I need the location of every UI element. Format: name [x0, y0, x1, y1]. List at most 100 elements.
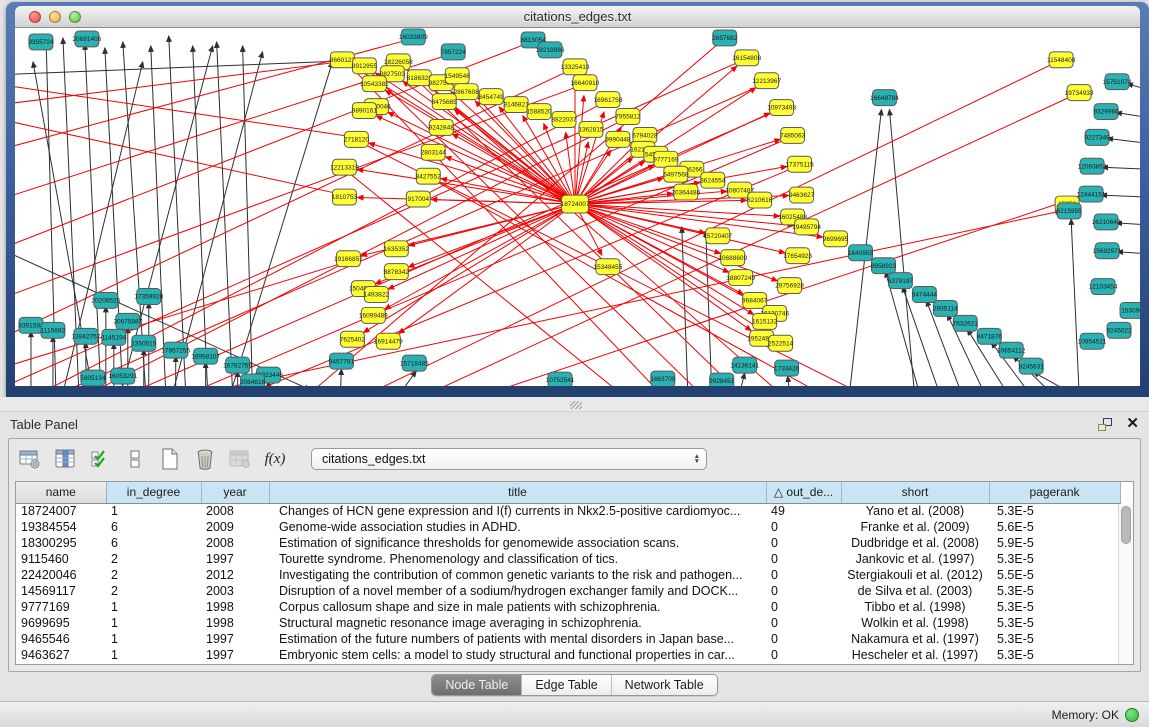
column-settings-icon[interactable]: [52, 446, 78, 472]
table-cell[interactable]: 1997: [201, 647, 269, 663]
graph-node[interactable]: 19218986: [536, 42, 565, 58]
table-cell[interactable]: 6: [106, 535, 201, 551]
column-header-pagerank[interactable]: pagerank: [989, 482, 1120, 503]
tab-network-table[interactable]: Network Table: [611, 675, 717, 695]
graph-node[interactable]: 8958923: [871, 258, 897, 274]
graph-node[interactable]: 9463627: [789, 187, 815, 203]
table-row[interactable]: 946554611997Estimation of the future num…: [16, 631, 1120, 647]
graph-node[interactable]: 7485063: [780, 127, 806, 143]
graph-node[interactable]: 9474444: [912, 287, 938, 303]
graph-node[interactable]: 2657682: [712, 30, 738, 46]
table-cell[interactable]: 0: [766, 551, 841, 567]
graph-node[interactable]: 16648784: [870, 90, 899, 106]
graph-node[interactable]: 10688609: [718, 250, 747, 266]
panel-splitter[interactable]: [0, 397, 1149, 412]
graph-edge[interactable]: [1101, 195, 1140, 197]
graph-node[interactable]: 20364486: [671, 184, 700, 200]
graph-node[interactable]: 17654923: [783, 248, 812, 264]
graph-node[interactable]: 9990448: [605, 131, 631, 147]
column-header-short[interactable]: short: [841, 482, 989, 503]
graph-edge[interactable]: [388, 204, 575, 289]
table-cell[interactable]: 49: [766, 503, 841, 519]
table-cell[interactable]: 9463627: [16, 647, 106, 663]
graph-node[interactable]: 9928451: [709, 373, 735, 386]
table-cell[interactable]: 5.6E-5: [989, 519, 1120, 535]
graph-node[interactable]: 1733426: [774, 360, 800, 376]
table-cell[interactable]: 1: [106, 503, 201, 519]
graph-node[interactable]: 12444151: [1077, 186, 1106, 202]
graph-node[interactable]: 13325419: [561, 59, 590, 75]
table-cell[interactable]: Dudbridge et al. (2008): [841, 535, 989, 551]
table-cell[interactable]: Jankovic et al. (1997): [841, 551, 989, 567]
graph-node[interactable]: 19734933: [1065, 85, 1094, 101]
table-cell[interactable]: 5.3E-5: [989, 583, 1120, 599]
graph-node[interactable]: 2803144: [421, 144, 447, 160]
graph-edge[interactable]: [370, 62, 1057, 386]
graph-node[interactable]: 8912955: [352, 58, 378, 74]
graph-node[interactable]: 2064616: [240, 374, 266, 386]
graph-node[interactable]: 10752541: [546, 372, 575, 386]
column-header-in_degree[interactable]: in_degree: [106, 482, 201, 503]
graph-node[interactable]: 16914479: [374, 333, 403, 349]
column-header-title[interactable]: title: [269, 482, 766, 503]
graph-node[interactable]: 1362815: [578, 121, 604, 137]
table-cell[interactable]: 9777169: [16, 599, 106, 615]
graph-node[interactable]: 2718120: [344, 131, 370, 147]
graph-node[interactable]: 16782759: [223, 357, 252, 373]
graph-edge[interactable]: [1107, 138, 1140, 143]
graph-edge[interactable]: [169, 36, 186, 386]
table-row[interactable]: 911546021997Tourette syndrome. Phenomeno…: [16, 551, 1120, 567]
graph-node[interactable]: 1115682: [41, 322, 66, 338]
graph-edge[interactable]: [231, 62, 333, 386]
graph-node[interactable]: 9890161: [352, 103, 378, 119]
graph-edge[interactable]: [740, 373, 745, 386]
graph-edge[interactable]: [399, 204, 575, 334]
table-cell[interactable]: Estimation of the future numbers of pati…: [269, 631, 766, 647]
graph-node[interactable]: 5905134: [80, 370, 106, 386]
table-cell[interactable]: 2003: [201, 583, 269, 599]
graph-node[interactable]: 1810753: [332, 189, 358, 205]
graph-node[interactable]: 9245631: [1019, 358, 1045, 374]
graph-node[interactable]: 3624554: [700, 172, 726, 188]
table-cell[interactable]: 22420046: [16, 567, 106, 583]
table-cell[interactable]: Embryonic stem cells: a model to study s…: [269, 647, 766, 663]
graph-node[interactable]: 9777169: [653, 151, 679, 167]
graph-edge[interactable]: [1116, 113, 1140, 118]
graph-node[interactable]: 8215955: [1057, 203, 1083, 219]
table-cell[interactable]: 9699695: [16, 615, 106, 631]
graph-node[interactable]: 16640910: [571, 75, 600, 91]
graph-node[interactable]: 9242848: [429, 119, 455, 135]
graph-node[interactable]: 10654112: [997, 342, 1026, 358]
graph-node[interactable]: 7625402: [340, 331, 366, 347]
table-cell[interactable]: 18724007: [16, 503, 106, 519]
table-settings-icon[interactable]: [17, 446, 43, 472]
graph-node[interactable]: 10954521: [1078, 333, 1107, 349]
table-cell[interactable]: Genome-wide association studies in ADHD.: [269, 519, 766, 535]
graph-node[interactable]: 9329966: [1093, 104, 1119, 120]
table-cell[interactable]: 0: [766, 631, 841, 647]
graph-node[interactable]: 11548408: [1047, 52, 1076, 68]
table-cell[interactable]: 0: [766, 647, 841, 663]
table-selector-dropdown[interactable]: citations_edges.txt ▲▼: [311, 448, 707, 470]
table-cell[interactable]: Stergiakouli et al. (2012): [841, 567, 989, 583]
table-cell[interactable]: 5.3E-5: [989, 551, 1120, 567]
graph-node[interactable]: 6210616: [747, 192, 773, 208]
table-row[interactable]: 946362711997Embryonic stem cells: a mode…: [16, 647, 1120, 663]
network-window-titlebar[interactable]: citations_edges.txt: [15, 6, 1140, 28]
graph-node[interactable]: 9227349: [1084, 129, 1110, 145]
table-cell[interactable]: 0: [766, 583, 841, 599]
close-panel-icon[interactable]: ✕: [1126, 417, 1139, 431]
graph-edge[interactable]: [889, 110, 914, 386]
graph-node[interactable]: 15720407: [703, 228, 732, 244]
graph-node[interactable]: 14136141: [730, 357, 759, 373]
row-selection-icon[interactable]: [87, 446, 113, 472]
graph-node[interactable]: 9245022: [1106, 322, 1132, 338]
table-cell[interactable]: Changes of HCN gene expression and I(f) …: [269, 503, 766, 519]
table-cell[interactable]: Yano et al. (2008): [841, 503, 989, 519]
graph-node[interactable]: 16961758: [594, 92, 623, 108]
table-row[interactable]: 977716911998Corpus callosum shape and si…: [16, 599, 1120, 615]
graph-node[interactable]: 15692971: [1093, 243, 1122, 259]
graph-node[interactable]: 1663709: [650, 371, 676, 386]
graph-node[interactable]: 16099489: [359, 307, 388, 323]
table-cell[interactable]: 5.3E-5: [989, 599, 1120, 615]
